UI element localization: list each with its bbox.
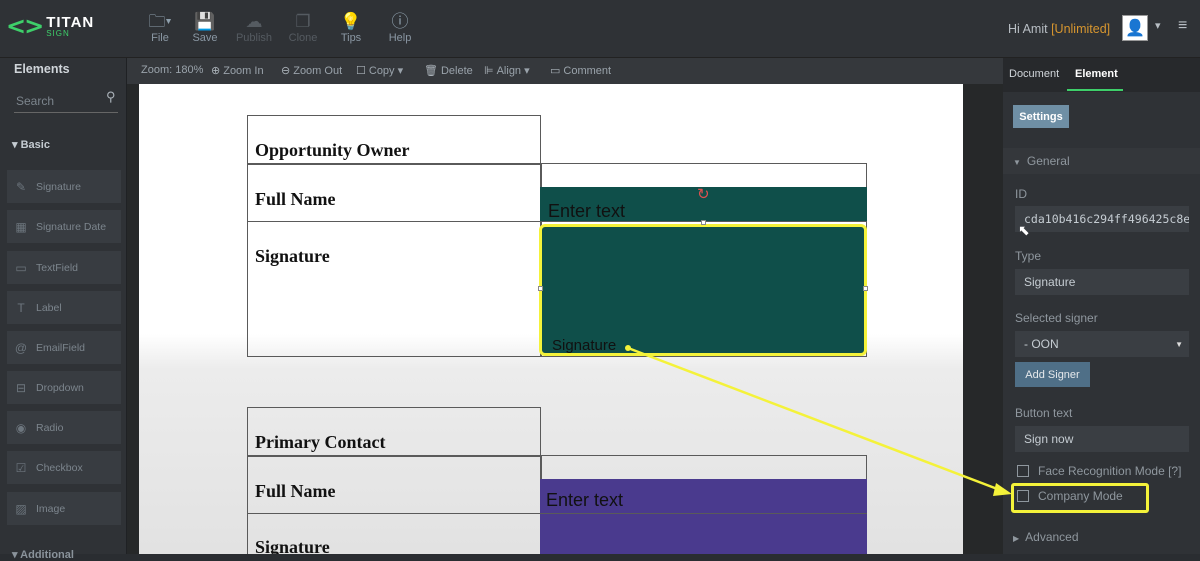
annotation-arrow — [625, 345, 1012, 496]
